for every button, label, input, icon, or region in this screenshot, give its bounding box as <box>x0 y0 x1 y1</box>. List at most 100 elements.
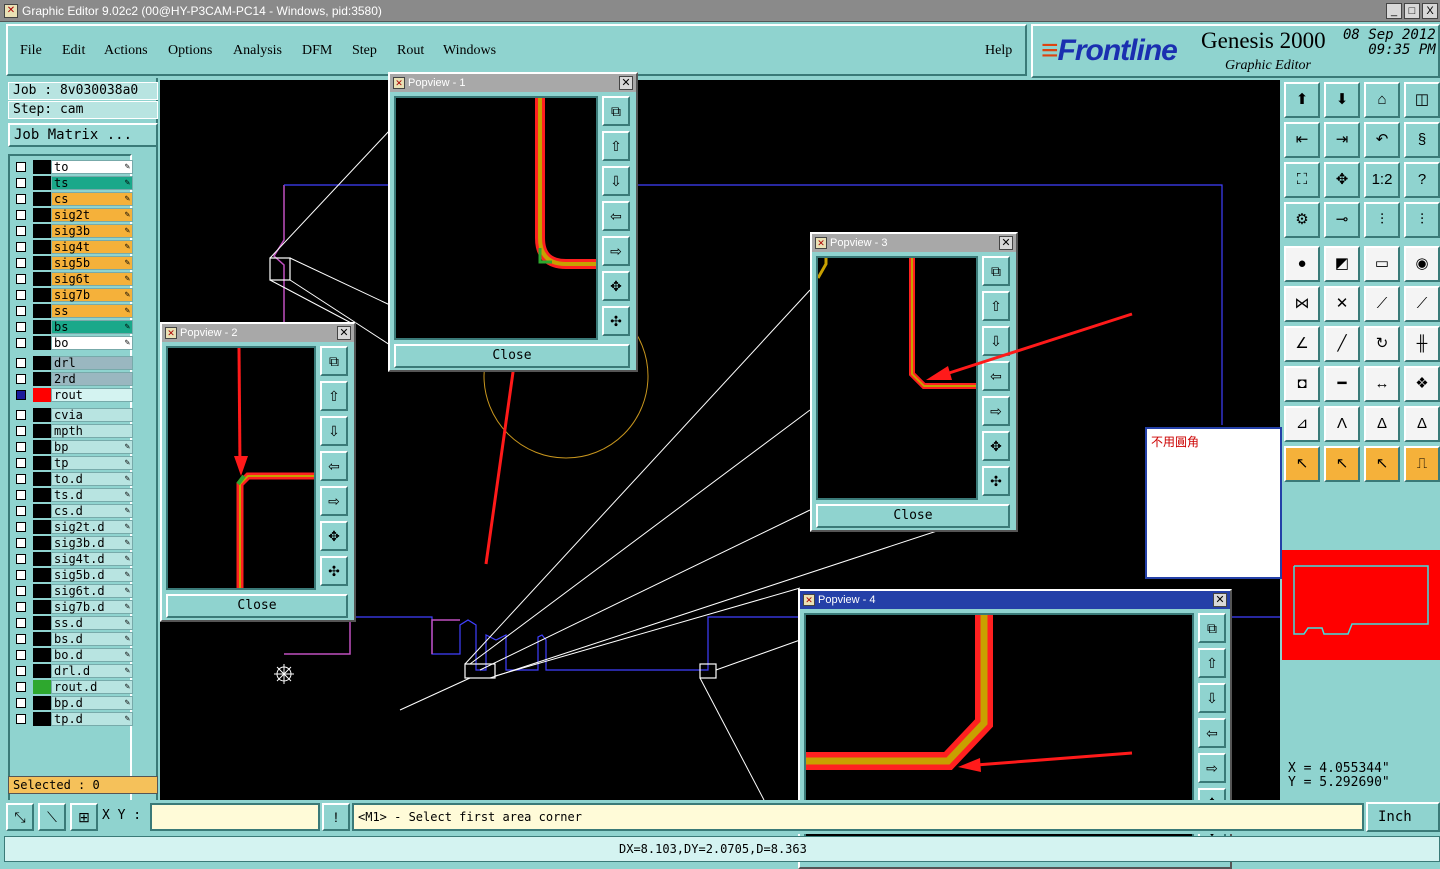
popview-zoom-in-icon[interactable]: ✥ <box>602 271 630 301</box>
layer-color-swatch[interactable] <box>33 424 51 438</box>
grid-icon[interactable]: ⊞ <box>70 803 98 831</box>
cross-icon[interactable]: ✕ <box>1324 286 1360 322</box>
layer-checkbox[interactable] <box>16 322 26 332</box>
line-icon[interactable]: ╱ <box>1324 326 1360 362</box>
layer-color-swatch[interactable] <box>33 488 51 502</box>
popview-2-title-bar[interactable]: ✕ Popview - 2 ✕ <box>162 324 354 342</box>
layer-color-swatch[interactable] <box>33 256 51 270</box>
layer-row-rout[interactable]: rout <box>14 388 133 402</box>
layer-color-swatch[interactable] <box>33 536 51 550</box>
layer-row-sig5b[interactable]: sig5b ✎ <box>14 256 133 270</box>
layer-checkbox[interactable] <box>16 390 26 400</box>
layer-color-swatch[interactable] <box>33 356 51 370</box>
popview-2-view[interactable] <box>166 227 316 590</box>
layer-color-swatch[interactable] <box>33 388 51 402</box>
layer-row-ss[interactable]: ss ✎ <box>14 304 133 318</box>
menu-step[interactable]: Step <box>352 43 377 59</box>
job-matrix-button[interactable]: Job Matrix ... <box>8 123 158 147</box>
probe-icon[interactable]: ⊸ <box>1324 202 1360 238</box>
popview-pan-up-icon[interactable]: ⇧ <box>320 381 348 411</box>
layer-name[interactable]: drl <box>51 356 133 370</box>
layer-checkbox[interactable] <box>16 426 26 436</box>
line-pad-icon[interactable]: ⟋ <box>1364 286 1400 322</box>
layer-checkbox[interactable] <box>16 714 26 724</box>
layer-checkbox[interactable] <box>16 442 26 452</box>
layer-name[interactable]: to ✎ <box>51 160 133 174</box>
popview-pan-left-icon[interactable]: ⇦ <box>320 451 348 481</box>
layer-checkbox[interactable] <box>16 538 26 548</box>
layer-checkbox[interactable] <box>16 522 26 532</box>
layer-checkbox[interactable] <box>16 570 26 580</box>
layer-row-ss-d[interactable]: ss.d ✎ <box>14 616 133 630</box>
layer-row-tp-d[interactable]: tp.d ✎ <box>14 712 133 726</box>
popview-pan-right-icon[interactable]: ⇨ <box>602 236 630 266</box>
net-icon[interactable]: ⋈ <box>1284 286 1320 322</box>
layer-row-sig3b[interactable]: sig3b ✎ <box>14 224 133 238</box>
layer-name[interactable]: sig5b.d ✎ <box>51 568 133 582</box>
horizontal-line-icon[interactable]: ━ <box>1324 366 1360 402</box>
layer-checkbox[interactable] <box>16 474 26 484</box>
close-button[interactable]: X <box>1422 3 1438 19</box>
step-down-icon[interactable]: ⬇ <box>1324 82 1360 118</box>
popview-pan-left-icon[interactable]: ⇦ <box>1198 718 1226 748</box>
xy-input[interactable] <box>150 803 320 831</box>
popview-pan-up-icon[interactable]: ⇧ <box>1198 648 1226 678</box>
angle-edit-icon[interactable]: ⊿ <box>1284 406 1320 442</box>
measure-icon[interactable]: ↔ <box>1364 366 1400 402</box>
layer-color-swatch[interactable] <box>33 176 51 190</box>
layer-name[interactable]: sig5b ✎ <box>51 256 133 270</box>
layer-color-swatch[interactable] <box>33 568 51 582</box>
popview-zoom-window-icon[interactable]: ⧉ <box>982 256 1010 286</box>
layer-row-sig7b[interactable]: sig7b ✎ <box>14 288 133 302</box>
popview-zoom-in-icon[interactable]: ✥ <box>320 521 348 551</box>
layer-name[interactable]: sig3b ✎ <box>51 224 133 238</box>
popview-zoom-window-icon[interactable]: ⧉ <box>1198 613 1226 643</box>
layer-color-swatch[interactable] <box>33 160 51 174</box>
minimize-button[interactable]: _ <box>1386 3 1402 19</box>
popview-zoom-out-icon[interactable]: ✣ <box>320 556 348 586</box>
layer-row-cs[interactable]: cs ✎ <box>14 192 133 206</box>
minimap[interactable] <box>1282 550 1440 660</box>
split-view-icon[interactable]: ◫ <box>1404 82 1440 118</box>
layer-name[interactable]: sig6t.d ✎ <box>51 584 133 598</box>
layer-name[interactable]: sig6t ✎ <box>51 272 133 286</box>
layer-sliders-alt-icon[interactable]: ⫶ <box>1404 202 1440 238</box>
layer-color-swatch[interactable] <box>33 600 51 614</box>
popview-1-close-icon[interactable]: ✕ <box>619 76 633 90</box>
layer-color-swatch[interactable] <box>33 336 51 350</box>
layer-color-swatch[interactable] <box>33 616 51 630</box>
unit-selector[interactable]: Inch <box>1366 802 1440 832</box>
layer-color-swatch[interactable] <box>33 632 51 646</box>
popview-4-title-bar[interactable]: ✕ Popview - 4 ✕ <box>800 591 1230 609</box>
layer-checkbox[interactable] <box>16 210 26 220</box>
layer-row-cvia[interactable]: cvia <box>14 408 133 422</box>
popview-1-close-button[interactable]: Close <box>394 344 630 368</box>
layer-name[interactable]: sig7b.d ✎ <box>51 600 133 614</box>
layer-name[interactable]: cvia <box>51 408 133 422</box>
layer-checkbox[interactable] <box>16 618 26 628</box>
layer-checkbox[interactable] <box>16 358 26 368</box>
layer-row-to-d[interactable]: to.d ✎ <box>14 472 133 486</box>
layer-color-swatch[interactable] <box>33 440 51 454</box>
layer-checkbox[interactable] <box>16 194 26 204</box>
popview-pan-down-icon[interactable]: ⇩ <box>320 416 348 446</box>
layer-row-sig7b-d[interactable]: sig7b.d ✎ <box>14 600 133 614</box>
layer-row-2rd[interactable]: 2rd <box>14 372 133 386</box>
popview-2-window[interactable]: ✕ Popview - 2 ✕ ⧉ ⇧ ⇩ ⇦ ⇨ ✥ ✣ Close <box>160 227 356 622</box>
split-line-icon[interactable]: ╫ <box>1404 326 1440 362</box>
surface-icon[interactable]: ◩ <box>1324 246 1360 282</box>
layer-checkbox[interactable] <box>16 374 26 384</box>
layer-name[interactable]: sig4t.d ✎ <box>51 552 133 566</box>
settings-icon[interactable]: ⚙ <box>1284 202 1320 238</box>
popview-zoom-window-icon[interactable]: ⧉ <box>602 96 630 126</box>
layer-sliders-icon[interactable]: ⫶ <box>1364 202 1400 238</box>
layer-color-swatch[interactable] <box>33 288 51 302</box>
layer-color-swatch[interactable] <box>33 552 51 566</box>
layer-name[interactable]: sig2t ✎ <box>51 208 133 222</box>
menu-analysis[interactable]: Analysis <box>233 43 282 59</box>
pad-arc-icon[interactable]: ◘ <box>1284 366 1320 402</box>
layer-checkbox[interactable] <box>16 586 26 596</box>
layer-name[interactable]: ss ✎ <box>51 304 133 318</box>
angle-copy-icon[interactable]: Δ <box>1404 406 1440 442</box>
layer-row-cs-d[interactable]: cs.d ✎ <box>14 504 133 518</box>
